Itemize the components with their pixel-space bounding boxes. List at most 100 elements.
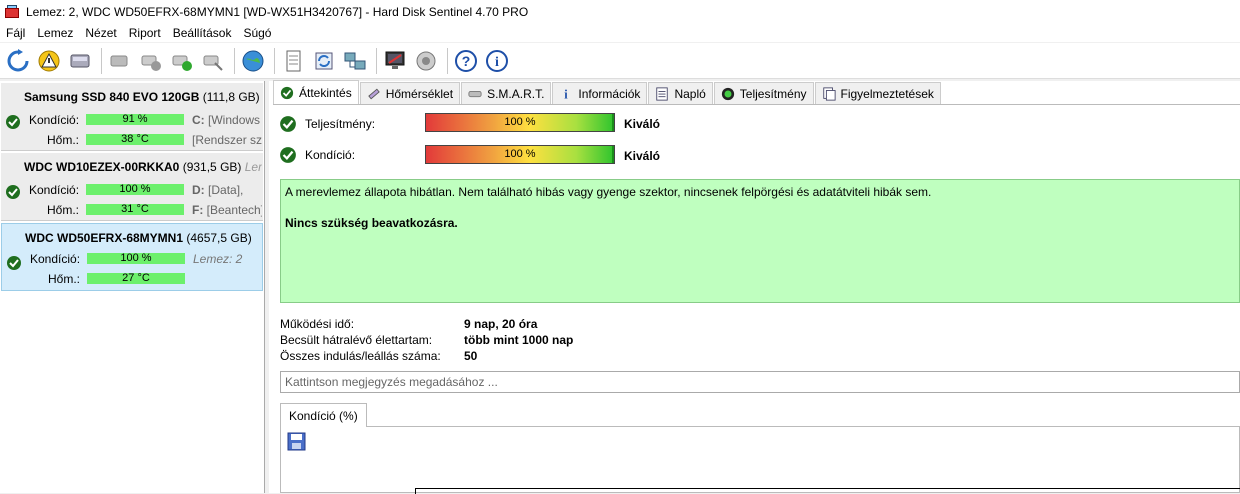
- save-icon[interactable]: [287, 432, 306, 451]
- chart-axis: [415, 488, 416, 494]
- speaker-icon[interactable]: [412, 47, 439, 75]
- toolbar-separator: [101, 47, 102, 74]
- disk-name: WDC WD50EFRX-68MYMN1: [25, 231, 184, 245]
- sync-icon[interactable]: [310, 47, 337, 75]
- health-bar: 91 %: [86, 114, 184, 125]
- health-bar: 100 %: [425, 145, 615, 164]
- disk-name: Samsung SSD 840 EVO 120GB: [24, 90, 200, 104]
- tab-temperature[interactable]: Hőmérséklet: [359, 82, 461, 104]
- monitor-icon[interactable]: [381, 47, 408, 75]
- performance-label: Teljesítmény:: [305, 117, 376, 131]
- disk-size: (4657,5 GB): [186, 231, 252, 245]
- drive-info: C: [Windows: [192, 113, 261, 127]
- performance-row: Teljesítmény:: [279, 114, 425, 134]
- temp-label: Hőm.:: [46, 203, 79, 217]
- tab-bar: Áttekintés Hőmérséklet S.M.A.R.T. i Infor…: [273, 80, 1240, 105]
- network-icon[interactable]: [341, 47, 368, 75]
- info-icon[interactable]: i: [483, 47, 510, 75]
- health-label: Kondíció:: [305, 148, 356, 162]
- lifetime-value: több mint 1000 nap: [464, 333, 574, 347]
- tab-alerts[interactable]: Figyelmeztetések: [814, 82, 941, 104]
- menu-file[interactable]: Fájl: [0, 26, 31, 40]
- menu-settings[interactable]: Beállítások: [167, 26, 238, 40]
- performance-bar: 100 %: [425, 113, 615, 132]
- starts-value: 50: [464, 349, 478, 363]
- log-icon: [656, 86, 669, 101]
- speedometer-icon: [721, 87, 734, 100]
- help-icon[interactable]: ?: [452, 47, 479, 75]
- status-message: A merevlemez állapota hibátlan. Nem talá…: [285, 185, 932, 199]
- toolbar-separator: [376, 47, 377, 74]
- disk-list: Samsung SSD 840 EVO 120GB (111,8 GB) Le …: [0, 81, 265, 493]
- toolbar: ? i: [0, 43, 1240, 79]
- app-icon: [4, 4, 20, 20]
- svg-text:i: i: [495, 55, 499, 70]
- svg-text:i: i: [565, 87, 569, 101]
- document-icon[interactable]: [279, 47, 306, 75]
- chart-axis: [415, 488, 1240, 489]
- check-icon: [6, 115, 20, 129]
- disk-name: WDC WD10EZEX-00RKKA0: [24, 160, 180, 174]
- disk-number: Lemez: 2: [193, 252, 243, 266]
- disk-item[interactable]: Samsung SSD 840 EVO 120GB (111,8 GB) Le …: [1, 83, 263, 151]
- health-chart-area: [280, 426, 1240, 494]
- check-icon: [280, 147, 296, 163]
- drive-info: D: [Data],: [192, 183, 244, 197]
- drive-info: [Rendszer szá: [192, 133, 262, 147]
- tab-performance[interactable]: Teljesítmény: [713, 82, 814, 104]
- globe-icon[interactable]: [239, 47, 266, 75]
- temp-bar: 27 °C: [87, 273, 185, 284]
- disk-number: Leme: [244, 160, 262, 174]
- tab-smart[interactable]: S.M.A.R.T.: [461, 82, 552, 104]
- check-icon: [280, 86, 294, 99]
- window-title: Lemez: 2, WDC WD50EFRX-68MYMN1 [WD-WX51H…: [26, 5, 529, 19]
- tab-overview[interactable]: Áttekintés: [273, 80, 359, 104]
- thermometer-icon: [367, 88, 380, 99]
- disk-check-icon[interactable]: [168, 47, 195, 75]
- temp-bar: 38 °C: [86, 134, 184, 145]
- disk-gray-icon[interactable]: [106, 47, 133, 75]
- menu-help[interactable]: Súgó: [237, 26, 277, 40]
- lifetime-label: Becsült hátralévő élettartam:: [280, 333, 433, 347]
- disk-size: (111,8 GB): [202, 90, 260, 104]
- check-icon: [280, 116, 296, 132]
- power-on-label: Működési idő:: [280, 317, 355, 331]
- health-verdict: Kiváló: [624, 149, 661, 163]
- info-icon: i: [565, 87, 569, 101]
- disk-gear-icon[interactable]: [137, 47, 164, 75]
- menu-view[interactable]: Nézet: [79, 26, 122, 40]
- performance-verdict: Kiváló: [624, 117, 661, 131]
- health-label: Kondíció:: [30, 252, 81, 266]
- disk-icon[interactable]: [66, 47, 93, 75]
- title-bar: Lemez: 2, WDC WD50EFRX-68MYMN1 [WD-WX51H…: [0, 0, 1240, 24]
- disk-tools-icon[interactable]: [199, 47, 226, 75]
- refresh-icon[interactable]: [4, 47, 31, 75]
- health-bar: 100 %: [87, 253, 185, 264]
- disk-item-selected[interactable]: WDC WD50EFRX-68MYMN1 (4657,5 GB) Kondíci…: [1, 223, 263, 291]
- tab-health-chart[interactable]: Kondíció (%): [280, 403, 367, 427]
- drive-info: F: [Beantech]: [192, 203, 262, 217]
- menu-bar: Fájl Lemez Nézet Riport Beállítások Súgó: [0, 24, 1240, 42]
- health-label: Kondíció:: [29, 183, 80, 197]
- toolbar-separator: [274, 47, 275, 74]
- recommendation: Nincs szükség beavatkozásra.: [285, 216, 458, 230]
- note-input[interactable]: Kattintson megjegyzés megadásához ...: [280, 371, 1240, 393]
- health-label: Kondíció:: [29, 113, 80, 127]
- temp-label: Hőm.:: [47, 272, 80, 286]
- starts-label: Összes indulás/leállás száma:: [280, 349, 441, 363]
- tab-log[interactable]: Napló: [648, 82, 713, 104]
- svg-text:?: ?: [461, 53, 470, 69]
- warning-icon[interactable]: [35, 47, 62, 75]
- menu-disk[interactable]: Lemez: [31, 26, 79, 40]
- disk-size: (931,5 GB): [182, 160, 242, 174]
- disk-item[interactable]: WDC WD10EZEX-00RKKA0 (931,5 GB) Leme Kon…: [1, 153, 263, 221]
- check-icon: [7, 256, 21, 270]
- health-bar: 100 %: [86, 184, 184, 195]
- detail-panel: Áttekintés Hőmérséklet S.M.A.R.T. i Infor…: [269, 80, 1240, 494]
- tab-information[interactable]: i Információk: [552, 82, 648, 104]
- menu-report[interactable]: Riport: [123, 26, 167, 40]
- temp-bar: 31 °C: [86, 204, 184, 215]
- check-icon: [6, 185, 20, 199]
- smart-icon: [468, 90, 482, 97]
- toolbar-separator: [234, 47, 235, 74]
